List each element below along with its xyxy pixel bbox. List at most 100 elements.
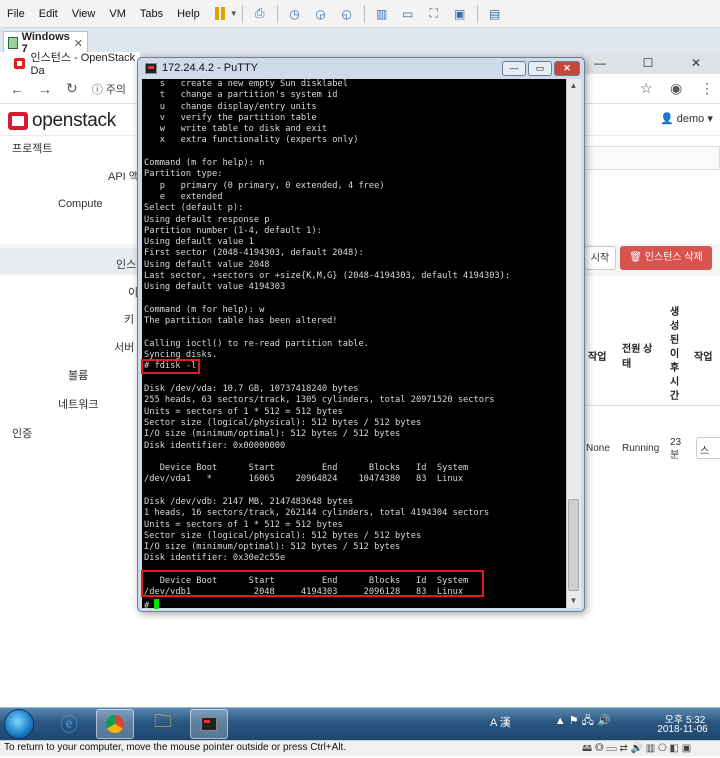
terminal-line: Disk /dev/vdb: 2147 MB, 2147483648 bytes	[144, 496, 354, 507]
menu-edit[interactable]: Edit	[32, 8, 65, 20]
vmware-menubar: File Edit View VM Tabs Help ▼ ⎙ ◷ ◶ ◵ ▥ …	[0, 0, 720, 28]
menu-file[interactable]: File	[0, 8, 32, 20]
pause-icon[interactable]	[211, 6, 229, 22]
send-ctrl-alt-del-icon[interactable]: ⎙	[251, 6, 269, 22]
address-text: 주의	[105, 83, 127, 96]
unity-icon[interactable]: ▣	[451, 6, 469, 22]
star-icon[interactable]: ☆	[640, 80, 653, 97]
menu-view[interactable]: View	[65, 8, 103, 20]
openstack-favicon-icon	[14, 57, 25, 69]
snapshot-icon[interactable]: ◷	[286, 6, 304, 22]
browser-tab[interactable]: 인스턴스 - OpenStack Da	[0, 52, 140, 77]
fullscreen-icon[interactable]: ⛶	[425, 6, 443, 22]
reload-icon[interactable]: ↻	[66, 80, 78, 97]
col-actions: 작업	[694, 352, 713, 363]
ime-indicator[interactable]: A 漢	[490, 714, 511, 730]
system-tray: A 漢 ▲ ⚑ 🖧 🔊	[490, 712, 611, 731]
openstack-brand[interactable]: openstack	[8, 110, 116, 132]
chrome-icon[interactable]	[96, 709, 134, 739]
pause-dropdown-icon[interactable]: ▼	[230, 9, 238, 18]
snapshot-manager-icon[interactable]: ◵	[338, 6, 356, 22]
menu-vm[interactable]: VM	[102, 8, 133, 20]
nav-instances[interactable]: 인스	[116, 256, 136, 272]
delete-instances-button[interactable]: 🗑 인스턴스 삭제	[620, 246, 712, 270]
browser-window-controls: — ☐ ✕	[576, 52, 720, 74]
terminal-line: Disk identifier: 0x30e2c55e	[144, 553, 286, 564]
terminal-line: x extra functionality (experts only)	[144, 135, 359, 146]
maximize-icon[interactable]: ☐	[624, 52, 672, 74]
forward-icon[interactable]: →	[38, 81, 52, 97]
putty-taskbar-icon[interactable]	[190, 709, 228, 739]
terminal-line: e extended	[144, 191, 223, 202]
close-icon[interactable]: ✕	[672, 52, 720, 74]
close-icon[interactable]: ✕	[554, 61, 580, 76]
terminal-output: s create a new empty Sun disklabel t cha…	[144, 79, 510, 612]
col-age[interactable]: 생성된 이후 시간	[670, 306, 682, 404]
address-bar[interactable]: ⓘ 주의	[92, 81, 126, 97]
start-orb-icon[interactable]	[4, 709, 34, 739]
putty-titlebar[interactable]: 172.24.4.2 - PuTTY	[145, 62, 258, 74]
nav-identity[interactable]: 인증	[12, 425, 32, 441]
scroll-down-icon[interactable]: ▼	[566, 596, 581, 605]
cell-task: None	[586, 443, 610, 454]
toolbar-separator	[276, 4, 278, 23]
col-power-state[interactable]: 전원 상태	[622, 340, 660, 370]
nav-server-groups[interactable]: 서버	[114, 339, 134, 355]
terminal-line: I/O size (minimum/optimal): 512 bytes / …	[144, 542, 401, 553]
folder-icon[interactable]: 🗀	[144, 709, 182, 739]
terminal-line: The partition table has been altered!	[144, 316, 338, 327]
nav-keypairs[interactable]: 키	[124, 311, 134, 327]
kebab-icon[interactable]: ⋮	[700, 80, 714, 97]
terminal-line: Using default response p	[144, 214, 270, 225]
maximize-icon[interactable]: ▭	[528, 61, 552, 76]
terminal-line: v verify the partition table	[144, 112, 317, 123]
ie-icon[interactable]: ⓔ	[50, 709, 88, 739]
nav-volumes[interactable]: 볼륨	[68, 367, 88, 383]
thumbnail-icon[interactable]: ▭	[399, 6, 417, 22]
terminal-line: Partition type:	[144, 169, 223, 180]
terminal-line: Command (m for help): w	[144, 304, 265, 315]
terminal-line: u change display/entry units	[144, 101, 317, 112]
terminal-line: Select (default p):	[144, 203, 244, 214]
terminal-line: 1 heads, 16 sectors/track, 262144 cylind…	[144, 508, 490, 519]
snapshot-button[interactable]: 스냅	[696, 437, 720, 459]
nav-api-access[interactable]: API 액	[108, 168, 139, 184]
terminal-line: #	[144, 598, 510, 612]
start-instance-button[interactable]: 시작	[584, 246, 616, 270]
menu-tabs[interactable]: Tabs	[133, 8, 170, 20]
nav-network[interactable]: 네트워크	[58, 396, 98, 412]
terminal-line: First sector (2048-4194303, default 2048…	[144, 248, 364, 259]
revert-snapshot-icon[interactable]: ◶	[312, 6, 330, 22]
terminal-cursor	[154, 598, 160, 609]
terminal-line: Calling ioctl() to re-read partition tab…	[144, 338, 369, 349]
nav-project[interactable]: 프로젝트	[12, 140, 52, 156]
tray-icons[interactable]: ▲ ⚑ 🖧 🔊	[555, 712, 611, 731]
terminal-line: Disk identifier: 0x00000000	[144, 440, 286, 451]
openstack-logo-icon	[8, 112, 28, 130]
user-menu[interactable]: 👤 demo ▾	[660, 112, 713, 125]
nav-compute[interactable]: Compute	[58, 198, 103, 210]
terminal-line: w write table to disk and exit	[144, 124, 328, 135]
terminal-line: Sector size (logical/physical): 512 byte…	[144, 530, 422, 541]
back-icon[interactable]: ←	[10, 81, 24, 97]
col-task[interactable]: 작업	[588, 348, 606, 363]
clock-date[interactable]: 2018-11-06	[645, 724, 720, 735]
user-icon[interactable]: ◉	[670, 80, 682, 97]
terminal-line: t change a partition's system id	[144, 90, 338, 101]
filter-input[interactable]	[580, 146, 720, 170]
vm-icon	[8, 37, 18, 49]
terminal-line: p primary (0 primary, 0 extended, 4 free…	[144, 180, 385, 191]
minimize-icon[interactable]: —	[502, 61, 526, 76]
scroll-thumb[interactable]	[568, 499, 579, 591]
close-icon[interactable]: ✕	[74, 37, 83, 50]
terminal-line: Units = sectors of 1 * 512 = 512 bytes	[144, 406, 343, 417]
console-view-icon[interactable]: ▤	[486, 6, 504, 22]
scroll-up-icon[interactable]: ▲	[566, 81, 581, 90]
menu-help[interactable]: Help	[170, 8, 207, 20]
library-icon[interactable]: ▥	[373, 6, 391, 22]
device-status-icons[interactable]: 🖴 ◎ ▭ ⇄ 🔊 ▥ ⎔ ◧ ▣	[582, 741, 691, 758]
